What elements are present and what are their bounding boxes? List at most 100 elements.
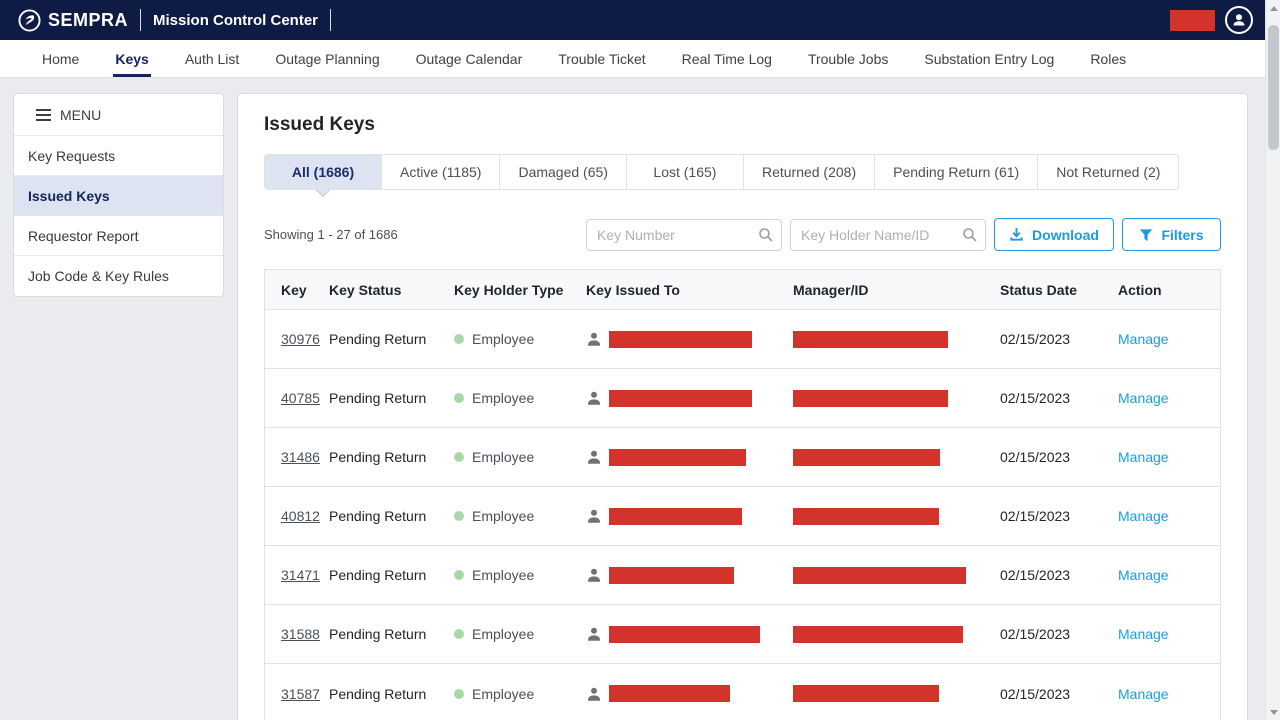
redacted-key-issued-to xyxy=(609,685,730,702)
user-avatar-button[interactable] xyxy=(1225,6,1253,34)
sidebar-menu: MENU Key Requests Issued Keys Requestor … xyxy=(13,93,224,297)
sidebar-item-requestor-report[interactable]: Requestor Report xyxy=(14,216,223,256)
tab-returned[interactable]: Returned (208) xyxy=(743,154,875,190)
key-number-link[interactable]: 31486 xyxy=(281,449,320,465)
column-header-key-issued-to: Key Issued To xyxy=(586,282,793,298)
table-row: 40785 Pending Return Employee 02/15/2023… xyxy=(265,369,1220,428)
tab-all[interactable]: All (1686) xyxy=(264,154,382,190)
redacted-key-issued-to xyxy=(609,567,734,584)
table-row: 31486 Pending Return Employee 02/15/2023… xyxy=(265,428,1220,487)
table-header-row: Key Key Status Key Holder Type Key Issue… xyxy=(265,270,1220,310)
table-row: 31587 Pending Return Employee 02/15/2023… xyxy=(265,664,1220,720)
nav-item-real-time-log[interactable]: Real Time Log xyxy=(680,40,774,77)
divider xyxy=(330,9,331,31)
sidebar-item-job-code-key-rules[interactable]: Job Code & Key Rules xyxy=(14,256,223,296)
filter-funnel-icon xyxy=(1139,228,1153,242)
showing-count-text: Showing 1 - 27 of 1686 xyxy=(264,227,398,242)
scroll-down-button[interactable] xyxy=(1266,704,1280,720)
nav-item-home[interactable]: Home xyxy=(40,40,81,77)
redacted-manager-id xyxy=(793,449,940,466)
nav-item-trouble-jobs[interactable]: Trouble Jobs xyxy=(806,40,890,77)
issued-keys-table: Key Key Status Key Holder Type Key Issue… xyxy=(264,269,1221,720)
status-date: 02/15/2023 xyxy=(1000,331,1118,347)
key-status: Pending Return xyxy=(329,390,454,406)
nav-item-outage-planning[interactable]: Outage Planning xyxy=(273,40,381,77)
redacted-manager-id xyxy=(793,626,963,643)
holder-type-label: Employee xyxy=(472,449,534,465)
status-date: 02/15/2023 xyxy=(1000,567,1118,583)
download-button[interactable]: Download xyxy=(994,218,1114,251)
holder-type-label: Employee xyxy=(472,567,534,583)
sidebar-item-key-requests[interactable]: Key Requests xyxy=(14,136,223,176)
redacted-key-issued-to xyxy=(609,626,760,643)
key-number-link[interactable]: 30976 xyxy=(281,331,320,347)
divider xyxy=(140,9,141,31)
holder-type-label: Employee xyxy=(472,686,534,702)
search-icon xyxy=(962,227,978,243)
column-header-status-date: Status Date xyxy=(1000,282,1118,298)
table-row: 31588 Pending Return Employee 02/15/2023… xyxy=(265,605,1220,664)
status-filter-tabs: All (1686) Active (1185) Damaged (65) Lo… xyxy=(264,154,1221,190)
nav-item-roles[interactable]: Roles xyxy=(1088,40,1128,77)
key-number-link[interactable]: 40785 xyxy=(281,390,320,406)
key-number-input[interactable] xyxy=(586,219,782,251)
key-number-link[interactable]: 40812 xyxy=(281,508,320,524)
tab-lost[interactable]: Lost (165) xyxy=(626,154,744,190)
person-icon xyxy=(586,390,602,406)
key-status: Pending Return xyxy=(329,626,454,642)
redacted-manager-id xyxy=(793,508,939,525)
filters-button[interactable]: Filters xyxy=(1122,218,1221,251)
key-holder-search xyxy=(790,219,986,251)
key-status: Pending Return xyxy=(329,567,454,583)
key-number-link[interactable]: 31587 xyxy=(281,686,320,702)
manage-link[interactable]: Manage xyxy=(1118,508,1169,524)
holder-status-dot xyxy=(454,452,464,462)
redacted-key-issued-to xyxy=(609,331,752,348)
sidebar-item-issued-keys[interactable]: Issued Keys xyxy=(14,176,223,216)
search-icon xyxy=(758,227,774,243)
scroll-up-button[interactable] xyxy=(1266,0,1280,16)
nav-item-keys[interactable]: Keys xyxy=(113,40,150,77)
manage-link[interactable]: Manage xyxy=(1118,390,1169,406)
nav-item-trouble-ticket[interactable]: Trouble Ticket xyxy=(556,40,647,77)
holder-status-dot xyxy=(454,393,464,403)
holder-status-dot xyxy=(454,570,464,580)
menu-toggle-button[interactable]: MENU xyxy=(14,94,223,136)
filters-button-label: Filters xyxy=(1161,227,1203,243)
key-number-link[interactable]: 31588 xyxy=(281,626,320,642)
tab-pending-return[interactable]: Pending Return (61) xyxy=(874,154,1038,190)
person-icon xyxy=(586,508,602,524)
holder-status-dot xyxy=(454,689,464,699)
issued-keys-panel: Issued Keys All (1686) Active (1185) Dam… xyxy=(237,93,1248,720)
key-number-link[interactable]: 31471 xyxy=(281,567,320,583)
table-row: 40812 Pending Return Employee 02/15/2023… xyxy=(265,487,1220,546)
filter-toolbar: Showing 1 - 27 of 1686 Download xyxy=(264,218,1221,251)
redacted-username xyxy=(1170,10,1215,31)
person-icon xyxy=(1231,12,1247,28)
menu-label: MENU xyxy=(60,107,101,123)
manage-link[interactable]: Manage xyxy=(1118,449,1169,465)
status-date: 02/15/2023 xyxy=(1000,686,1118,702)
page-title: Issued Keys xyxy=(264,114,1221,136)
nav-item-outage-calendar[interactable]: Outage Calendar xyxy=(414,40,525,77)
manage-link[interactable]: Manage xyxy=(1118,567,1169,583)
tab-damaged[interactable]: Damaged (65) xyxy=(499,154,627,190)
window-scrollbar[interactable] xyxy=(1265,0,1280,720)
scrollbar-thumb[interactable] xyxy=(1268,25,1279,150)
nav-item-substation-entry-log[interactable]: Substation Entry Log xyxy=(922,40,1056,77)
key-status: Pending Return xyxy=(329,449,454,465)
nav-item-auth-list[interactable]: Auth List xyxy=(183,40,241,77)
key-holder-input[interactable] xyxy=(790,219,986,251)
primary-navigation: Home Keys Auth List Outage Planning Outa… xyxy=(0,40,1265,78)
tab-active[interactable]: Active (1185) xyxy=(381,154,500,190)
key-status: Pending Return xyxy=(329,331,454,347)
tab-not-returned[interactable]: Not Returned (2) xyxy=(1037,154,1179,190)
column-header-key-status: Key Status xyxy=(329,282,454,298)
manage-link[interactable]: Manage xyxy=(1118,331,1169,347)
manage-link[interactable]: Manage xyxy=(1118,626,1169,642)
download-icon xyxy=(1009,227,1024,242)
column-header-action: Action xyxy=(1118,282,1220,298)
manage-link[interactable]: Manage xyxy=(1118,686,1169,702)
hamburger-icon xyxy=(36,106,51,124)
holder-status-dot xyxy=(454,511,464,521)
